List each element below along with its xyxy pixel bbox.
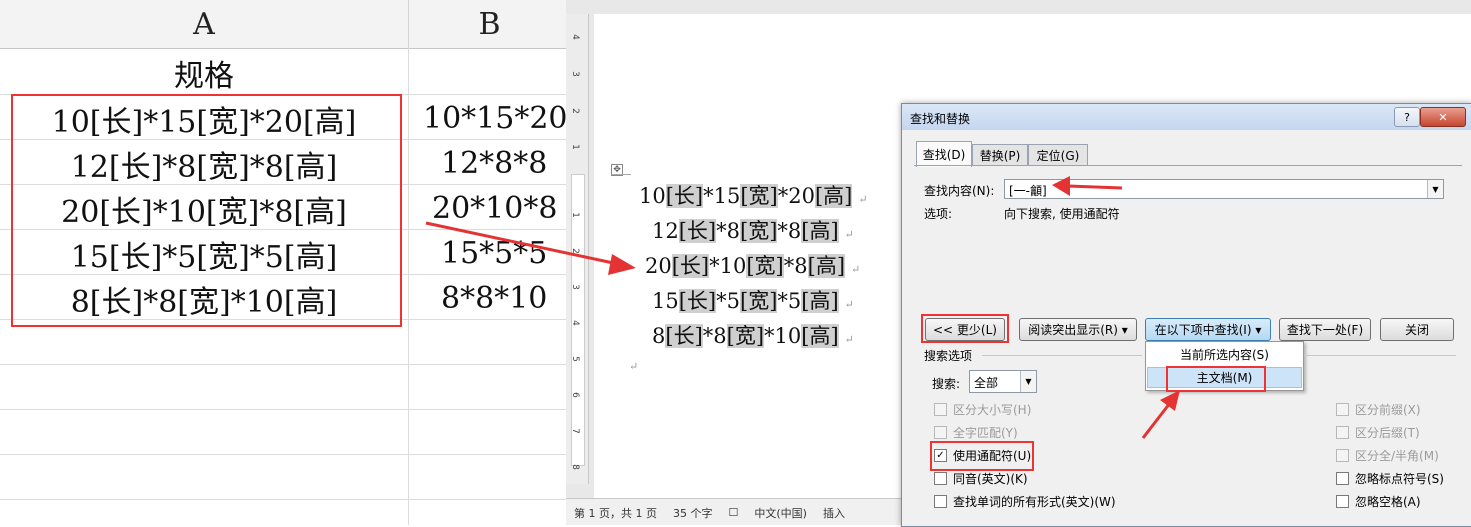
checkbox-box — [934, 403, 947, 416]
margin-corner — [611, 174, 631, 175]
checkbox-label: 区分全/半角(M) — [1355, 449, 1439, 463]
cell-a1[interactable]: 规格 — [0, 50, 408, 95]
status-word-count[interactable]: 35 个字 — [673, 505, 713, 521]
checkbox-label: 全字匹配(Y) — [953, 426, 1018, 440]
checkbox-box — [1336, 495, 1349, 508]
divider — [982, 355, 1142, 356]
match-case-checkbox[interactable]: 区分大小写(H) — [934, 401, 1031, 418]
annotation-box-main-document — [1166, 366, 1266, 392]
divider — [1304, 355, 1456, 356]
help-button[interactable]: ? — [1394, 107, 1420, 127]
ruler-number: 6 — [569, 392, 580, 398]
ignore-punctuation-checkbox[interactable]: 忽略标点符号(S) — [1336, 470, 1444, 487]
find-label: 查找内容(N): — [924, 184, 995, 198]
ruler-number: 8 — [569, 464, 580, 470]
checkbox-label: 同音(英文)(K) — [953, 472, 1028, 486]
checkbox-label: 区分后缀(T) — [1355, 426, 1420, 440]
match-width-checkbox[interactable]: 区分全/半角(M) — [1336, 447, 1439, 464]
status-mode[interactable]: 插入 — [823, 505, 845, 521]
checkbox-box — [1336, 426, 1349, 439]
status-bar: 第 1 页，共 1 页 35 个字 ☐ 中文(中国) 插入 — [566, 498, 906, 525]
column-header-b[interactable]: B — [409, 0, 571, 49]
annotation-box-less — [921, 314, 1009, 343]
vertical-ruler: 4 3 2 1 1 2 3 4 5 6 7 8 — [566, 14, 589, 484]
excel-sheet: A B 规格 10[长]*15[宽]*20[高] 12[长]*8[宽]*8[高]… — [0, 0, 573, 525]
tab-goto[interactable]: 定位(G) — [1028, 144, 1088, 166]
find-what-value: [一-龥] — [1009, 184, 1047, 198]
dialog-title: 查找和替换 — [910, 112, 971, 126]
status-page[interactable]: 第 1 页，共 1 页 — [574, 505, 657, 521]
ruler-number: 4 — [569, 34, 580, 40]
options-label: 选项: — [924, 207, 953, 221]
checkbox-label: 区分大小写(H) — [953, 403, 1032, 417]
cell-b3[interactable]: 12*8*8 — [441, 141, 571, 186]
status-language[interactable]: 中文(中国) — [754, 505, 807, 521]
ruler-number: 1 — [569, 144, 580, 150]
ignore-whitespace-checkbox[interactable]: 忽略空格(A) — [1336, 493, 1421, 510]
annotation-box-wildcards — [930, 441, 1034, 471]
doc-line-4[interactable]: 15[长]*5[宽]*5[高] ↵ — [652, 285, 854, 315]
cell-b6[interactable]: 8*8*10 — [441, 276, 571, 321]
checkbox-box — [934, 426, 947, 439]
checkbox-label: 忽略空格(A) — [1355, 495, 1421, 509]
doc-line-5[interactable]: 8[长]*8[宽]*10[高] ↵ — [652, 320, 854, 350]
ruler-number: 2 — [569, 248, 580, 254]
close-x-button[interactable]: ✕ — [1420, 107, 1466, 127]
whole-word-checkbox[interactable]: 全字匹配(Y) — [934, 424, 1018, 441]
search-direction-value: 全部 — [974, 376, 999, 390]
find-what-input[interactable]: [一-龥] ▼ — [1004, 179, 1444, 199]
checkbox-box — [1336, 449, 1349, 462]
cell-b2[interactable]: 10*15*20 — [423, 96, 573, 141]
doc-line-3[interactable]: 20[长]*10[宽]*8[高] ↵ — [645, 250, 860, 280]
cell-b4[interactable]: 20*10*8 — [432, 186, 572, 231]
cell-b5[interactable]: 15*5*5 — [441, 231, 571, 276]
dropdown-arrow-icon[interactable]: ▼ — [1427, 180, 1443, 198]
ruler-number: 3 — [569, 284, 580, 290]
checkbox-label: 忽略标点符号(S) — [1355, 472, 1444, 486]
checkbox-box — [934, 472, 947, 485]
dropdown-arrow-icon[interactable]: ▼ — [1020, 371, 1036, 392]
find-in-button[interactable]: 在以下项中查找(I) ▾ — [1145, 318, 1271, 341]
checkbox-box — [934, 495, 947, 508]
close-button[interactable]: 关闭 — [1380, 318, 1454, 341]
sounds-like-checkbox[interactable]: 同音(英文)(K) — [934, 470, 1028, 487]
ruler-number: 1 — [569, 212, 580, 218]
match-suffix-checkbox[interactable]: 区分后缀(T) — [1336, 424, 1420, 441]
options-value: 向下搜索, 使用通配符 — [1004, 207, 1120, 221]
doc-line-1[interactable]: 10[长]*15[宽]*20[高] ↵ — [639, 180, 868, 210]
checkbox-label: 查找单词的所有形式(英文)(W) — [953, 495, 1116, 509]
search-direction-select[interactable]: 全部 ▼ — [969, 370, 1037, 393]
ruler-number: 2 — [569, 108, 580, 114]
search-direction-label: 搜索: — [932, 377, 961, 391]
checkbox-box — [1336, 403, 1349, 416]
proofing-icon[interactable]: ☐ — [728, 506, 738, 519]
find-replace-dialog: 查找和替换 ? ✕ 查找(D) 替换(P) 定位(G) 查找内容(N): [一-… — [901, 103, 1471, 527]
tab-replace[interactable]: 替换(P) — [972, 144, 1028, 166]
dialog-titlebar[interactable]: 查找和替换 ? ✕ — [902, 104, 1471, 130]
tab-find[interactable]: 查找(D) — [916, 141, 972, 167]
checkbox-box — [1336, 472, 1349, 485]
doc-line-2[interactable]: 12[长]*8[宽]*8[高] ↵ — [652, 215, 854, 245]
ruler-number: 4 — [569, 320, 580, 326]
column-header-a[interactable]: A — [0, 0, 409, 49]
search-options-title: 搜索选项 — [924, 349, 973, 363]
checkbox-label: 区分前缀(X) — [1355, 403, 1421, 417]
all-word-forms-checkbox[interactable]: 查找单词的所有形式(英文)(W) — [934, 493, 1116, 510]
match-prefix-checkbox[interactable]: 区分前缀(X) — [1336, 401, 1421, 418]
empty-paragraph-mark: ↵ — [629, 360, 639, 373]
find-next-button[interactable]: 查找下一处(F) — [1279, 318, 1371, 341]
reading-highlight-button[interactable]: 阅读突出显示(R) ▾ — [1019, 318, 1137, 341]
menu-item-current-selection[interactable]: 当前所选内容(S) — [1147, 344, 1302, 365]
annotation-box-source — [11, 94, 402, 327]
ruler-number: 5 — [569, 356, 580, 362]
ruler-number: 3 — [569, 71, 580, 77]
ruler-number: 7 — [569, 428, 580, 434]
